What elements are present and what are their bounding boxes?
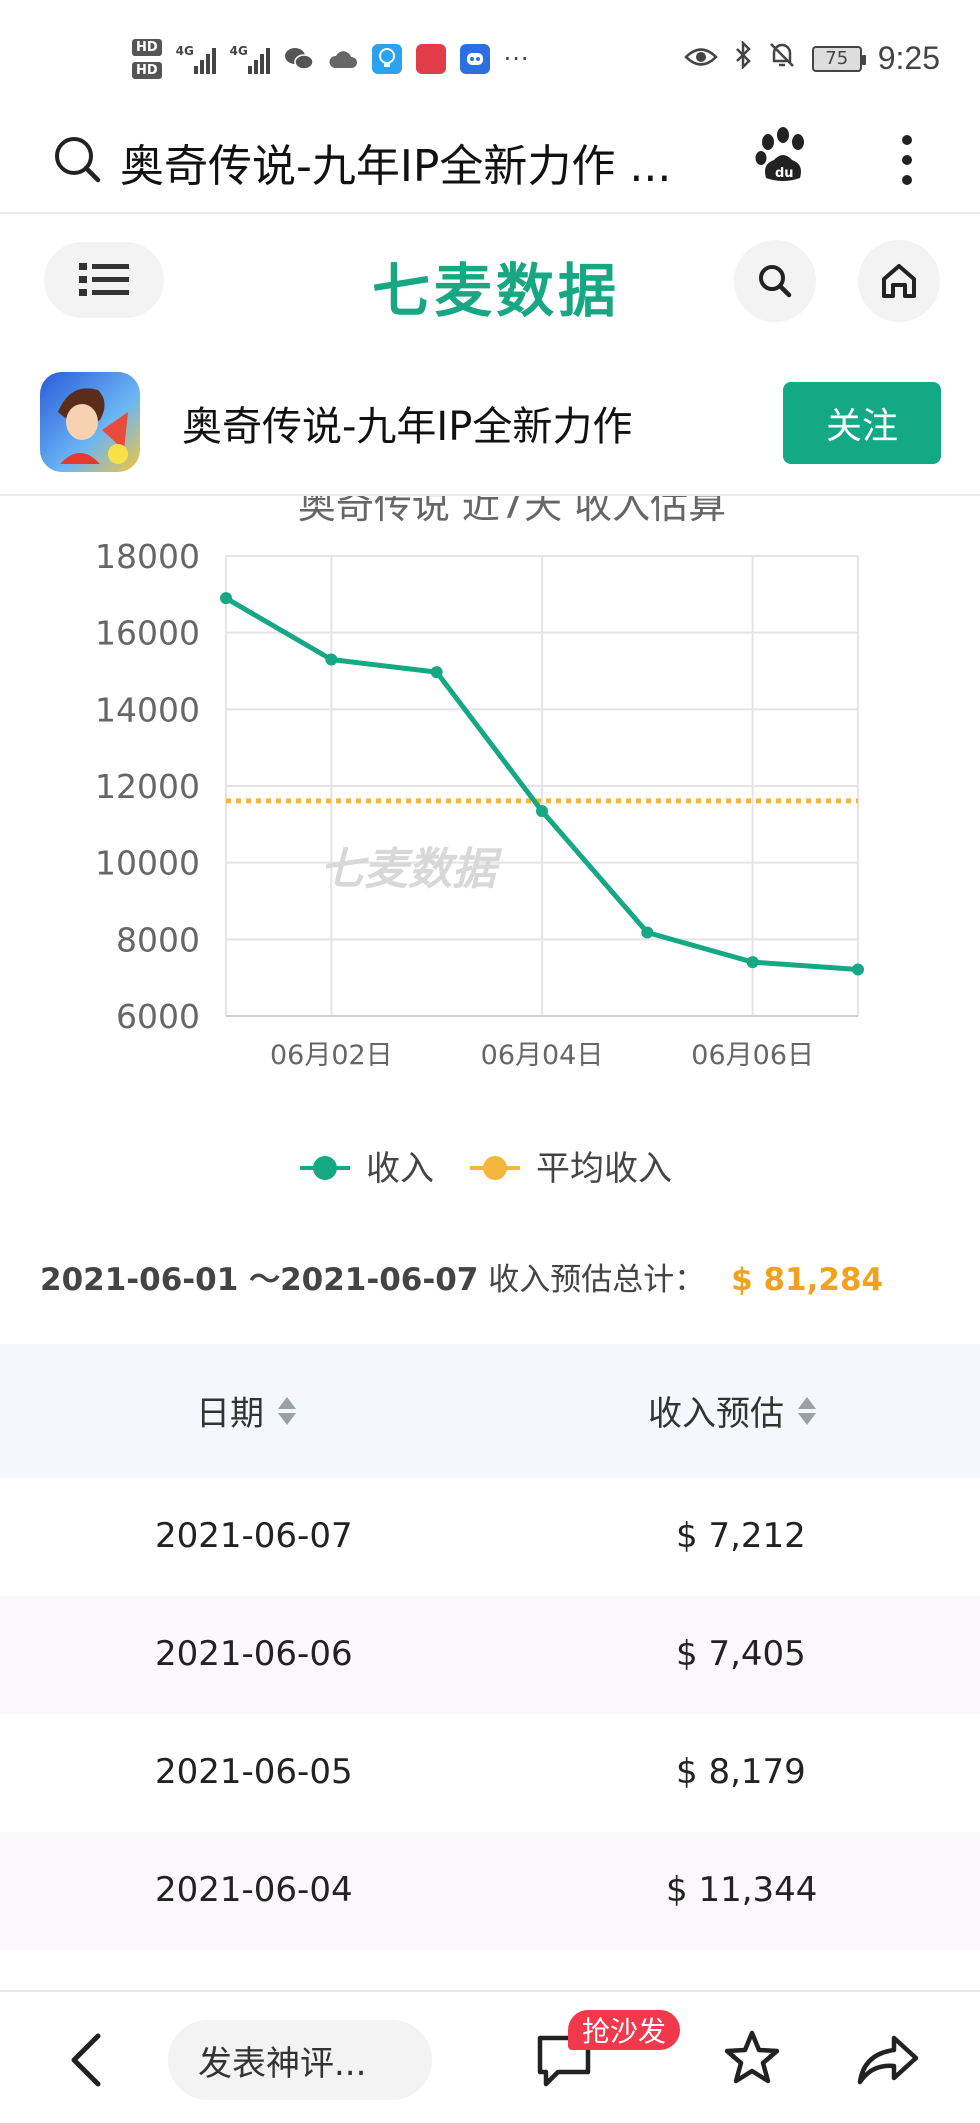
bluetooth-icon [734, 39, 752, 77]
back-arrow-icon[interactable] [64, 2030, 108, 2090]
clock: 9:25 [877, 40, 940, 76]
x-tick-label: 06月02日 [270, 1040, 393, 1071]
sort-icon[interactable] [798, 1396, 816, 1425]
y-tick-label: 16000 [95, 614, 200, 653]
signal-icon-2: 4G [230, 44, 270, 74]
y-tick-label: 6000 [116, 997, 200, 1036]
site-search-button[interactable] [734, 240, 816, 322]
legend-label-average: 平均收入 [536, 1149, 672, 1189]
revenue-data-point [430, 666, 443, 679]
row-revenue: $ 7,405 [676, 1634, 806, 1674]
hd-badge-1: HD [132, 39, 162, 56]
home-button[interactable] [858, 240, 940, 322]
more-notifications-dots: ··· [503, 45, 530, 73]
follow-button[interactable]: 关注 [783, 382, 941, 464]
y-tick-label: 12000 [95, 767, 200, 806]
legend-label-revenue: 收入 [366, 1149, 434, 1189]
revenue-chart: 奥奇传说 近7天 收入估算 18000 16000 14000 12000 10000 80… [0, 496, 980, 1256]
robot-app-icon [459, 44, 490, 74]
revenue-line-chart: 奥奇传说 近7天 收入估算 18000 16000 14000 12000 10000 80… [95, 496, 864, 1189]
revenue-data-point [325, 653, 338, 666]
search-query-text[interactable]: 奥奇传说-九年IP全新力作 ... [120, 130, 740, 194]
row-revenue: $ 8,179 [676, 1752, 806, 1792]
y-tick-label: 14000 [95, 690, 200, 729]
network-type-1: 4G [175, 44, 194, 58]
revenue-table: 日期 收入预估 2021-06-07 $ 7,212 2021-06-06 $ … [0, 1344, 980, 1950]
revenue-data-point [852, 963, 864, 976]
status-bar: HD HD 4G 4G ··· 75 9:25 [0, 0, 980, 110]
legend-marker-revenue [313, 1156, 337, 1180]
table-row: 2021-06-07 $ 7,212 [0, 1478, 980, 1596]
date-column-header[interactable]: 日期 [196, 1386, 296, 1435]
browser-search-bar[interactable]: 奥奇传说-九年IP全新力作 ... du [0, 110, 980, 214]
row-date: 2021-06-05 [155, 1752, 353, 1792]
row-date: 2021-06-04 [155, 1870, 353, 1910]
chart-title: 奥奇传说 近7天 收入估算 [298, 496, 726, 527]
chart-watermark: 七麦数据 [320, 844, 503, 895]
bulb-app-icon [371, 44, 402, 74]
network-type-2: 4G [229, 44, 248, 58]
revenue-data-point [220, 592, 232, 605]
comment-input[interactable]: 发表神评... [168, 2020, 432, 2100]
revenue-data-point [641, 926, 654, 939]
status-right: 75 9:25 [683, 39, 940, 77]
revenue-summary: 2021-06-01 ～2021-06-07 收入预估总计： $ 81,284 [40, 1254, 883, 1299]
summary-total: $ 81,284 [731, 1262, 884, 1298]
summary-label: 收入预估总计： [488, 1262, 706, 1298]
sofa-badge[interactable]: 抢沙发 [568, 2010, 681, 2050]
battery-icon: 75 [811, 45, 866, 72]
share-icon[interactable] [856, 2032, 920, 2088]
app-info-row: 奥奇传说-九年IP全新力作 关注 [0, 348, 980, 496]
y-tick-label: 10000 [95, 844, 200, 883]
legend-marker-average [483, 1156, 507, 1180]
row-revenue: $ 7,212 [676, 1516, 806, 1556]
eye-icon [683, 41, 718, 76]
table-header: 日期 收入预估 [0, 1344, 980, 1478]
search-icon[interactable] [52, 134, 102, 184]
date-header-label: 日期 [196, 1394, 264, 1434]
app-icon[interactable] [40, 372, 140, 472]
table-row: 2021-06-05 $ 8,179 [0, 1714, 980, 1832]
y-tick-label: 8000 [116, 920, 200, 959]
row-date: 2021-06-07 [155, 1516, 353, 1556]
wechat-icon [284, 44, 314, 74]
hd-badge-2: HD [132, 62, 162, 79]
hd-indicators: HD HD [132, 39, 162, 79]
status-left: HD HD 4G 4G ··· [132, 34, 530, 84]
menu-list-icon [79, 263, 129, 296]
summary-date-range: 2021-06-01 ～2021-06-07 [40, 1262, 479, 1298]
mute-bell-icon [768, 41, 796, 77]
home-icon [882, 264, 916, 298]
more-vertical-icon[interactable] [892, 132, 922, 188]
table-row: 2021-06-06 $ 7,405 [0, 1596, 980, 1714]
search-icon [759, 265, 792, 298]
cloud-icon [328, 44, 358, 74]
star-icon[interactable] [722, 2028, 782, 2088]
menu-button[interactable] [44, 242, 164, 318]
signal-icon-1: 4G [176, 44, 216, 74]
svg-text:du: du [775, 166, 794, 181]
red-app-icon [415, 44, 446, 74]
row-revenue: $ 11,344 [666, 1870, 818, 1910]
table-row: 2021-06-04 $ 11,344 [0, 1832, 980, 1950]
revenue-data-point [746, 956, 759, 969]
site-header: 七麦数据 [0, 214, 980, 348]
y-tick-label: 18000 [95, 537, 200, 576]
sort-icon[interactable] [278, 1396, 296, 1425]
revenue-data-point [536, 805, 548, 818]
bottom-toolbar: 发表神评... 抢沙发 [0, 1990, 980, 2123]
qimai-logo[interactable]: 七麦数据 [372, 244, 620, 328]
baidu-paw-icon[interactable]: du [752, 126, 814, 188]
app-name[interactable]: 奥奇传说-九年IP全新力作 [182, 394, 632, 452]
revenue-column-header[interactable]: 收入预估 [648, 1386, 816, 1435]
x-tick-label: 06月06日 [691, 1040, 814, 1071]
row-date: 2021-06-06 [155, 1634, 353, 1674]
revenue-header-label: 收入预估 [648, 1394, 784, 1434]
x-tick-label: 06月04日 [481, 1040, 604, 1071]
